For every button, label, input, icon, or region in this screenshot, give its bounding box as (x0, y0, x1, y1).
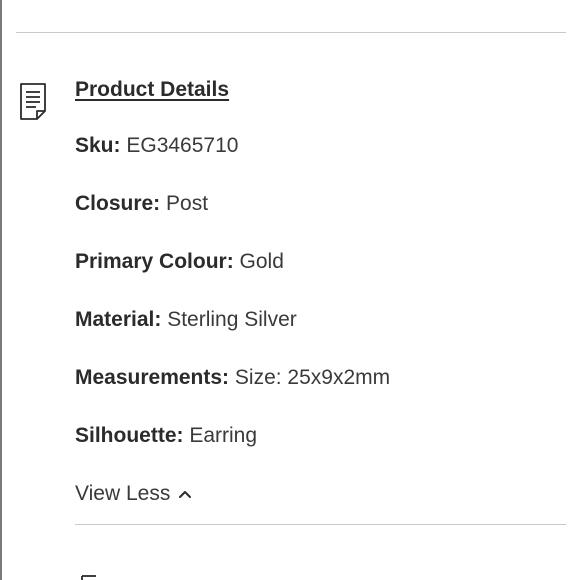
detail-label: Silhouette: (75, 424, 184, 447)
view-less-label: View Less (75, 482, 171, 505)
detail-label: Measurements: (75, 366, 230, 389)
detail-label: Primary Colour: (75, 250, 234, 273)
detail-label: Closure: (75, 192, 161, 215)
document-icon (20, 83, 46, 120)
detail-value: Earring (189, 424, 258, 447)
detail-row-silhouette: Silhouette: Earring (75, 424, 257, 448)
product-details-heading[interactable]: Product Details (75, 78, 229, 102)
detail-value: Sterling Silver (167, 308, 297, 331)
bottom-divider (75, 524, 566, 525)
detail-value: EG3465710 (126, 134, 239, 157)
detail-row-primary-colour: Primary Colour: Gold (75, 250, 284, 274)
detail-value: Size: 25x9x2mm (234, 366, 391, 389)
detail-row-closure: Closure: Post (75, 192, 208, 216)
chevron-up-icon (179, 491, 192, 498)
detail-row-sku: Sku: EG3465710 (75, 134, 238, 158)
next-section-icon (81, 575, 96, 580)
view-less-button[interactable]: View Less (75, 482, 192, 506)
detail-label: Material: (75, 308, 162, 331)
left-border (0, 0, 2, 580)
detail-value: Gold (239, 250, 284, 273)
detail-label: Sku: (75, 134, 121, 157)
top-divider (16, 32, 566, 33)
detail-row-measurements: Measurements: Size: 25x9x2mm (75, 366, 390, 390)
detail-value: Post (166, 192, 209, 215)
detail-row-material: Material: Sterling Silver (75, 308, 297, 332)
